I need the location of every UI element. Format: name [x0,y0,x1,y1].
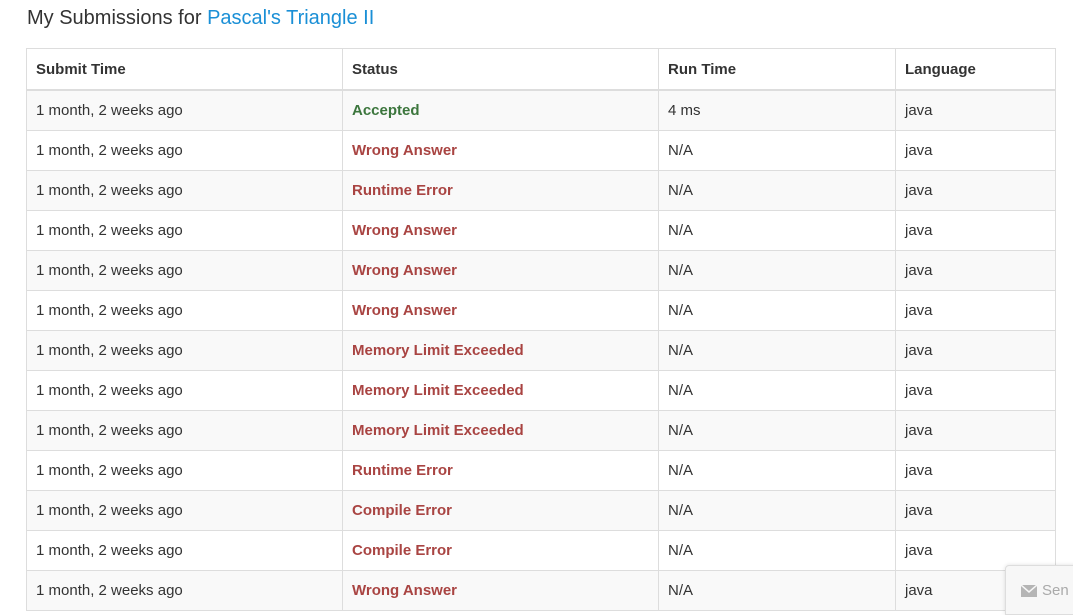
status-cell: Runtime Error [342,170,659,211]
run-time-cell: 4 ms [658,89,896,131]
status-link[interactable]: Wrong Answer [352,302,457,319]
table-row: 1 month, 2 weeks ago Wrong Answer N/A java [26,210,1056,251]
language-cell: java [895,250,1056,291]
submit-time-cell: 1 month, 2 weeks ago [26,89,343,131]
column-header-run-time: Run Time [658,48,896,91]
run-time-cell: N/A [658,410,896,451]
status-link[interactable]: Wrong Answer [352,262,457,279]
status-link[interactable]: Compile Error [352,502,452,519]
status-cell: Compile Error [342,490,659,531]
mail-icon [1020,584,1038,597]
page-title: My Submissions for Pascal's Triangle II [27,5,374,31]
table-body: 1 month, 2 weeks ago Accepted 4 ms java 1 mo… [26,89,1056,611]
status-cell: Memory Limit Exceeded [342,410,659,451]
table-row: 1 month, 2 weeks ago Compile Error N/A java [26,530,1056,571]
column-header-status: Status [342,48,659,91]
submit-time-cell: 1 month, 2 weeks ago [26,170,343,211]
submit-time-cell: 1 month, 2 weeks ago [26,450,343,491]
column-header-submit-time: Submit Time [26,48,343,91]
table-row: 1 month, 2 weeks ago Compile Error N/A java [26,490,1056,531]
problem-link[interactable]: Pascal's Triangle II [207,7,374,29]
submit-time-cell: 1 month, 2 weeks ago [26,570,343,611]
submissions-table: Submit Time Status Run Time Language 1 m… [26,48,1056,611]
status-link[interactable]: Runtime Error [352,182,453,199]
submit-time-cell: 1 month, 2 weeks ago [26,410,343,451]
language-cell: java [895,130,1056,171]
language-cell: java [895,89,1056,131]
status-link[interactable]: Compile Error [352,542,452,559]
run-time-cell: N/A [658,570,896,611]
status-link[interactable]: Memory Limit Exceeded [352,382,524,399]
table-row: 1 month, 2 weeks ago Wrong Answer N/A java [26,290,1056,331]
status-cell: Memory Limit Exceeded [342,330,659,371]
table-row: 1 month, 2 weeks ago Wrong Answer N/A java [26,130,1056,171]
status-link[interactable]: Wrong Answer [352,222,457,239]
submit-time-cell: 1 month, 2 weeks ago [26,490,343,531]
table-row: 1 month, 2 weeks ago Wrong Answer N/A java [26,570,1056,611]
table-row: 1 month, 2 weeks ago Runtime Error N/A java [26,170,1056,211]
submit-time-cell: 1 month, 2 weeks ago [26,530,343,571]
run-time-cell: N/A [658,370,896,411]
status-cell: Compile Error [342,530,659,571]
status-link[interactable]: Wrong Answer [352,142,457,159]
status-cell: Memory Limit Exceeded [342,370,659,411]
run-time-cell: N/A [658,530,896,571]
status-cell: Runtime Error [342,450,659,491]
submit-time-cell: 1 month, 2 weeks ago [26,250,343,291]
run-time-cell: N/A [658,330,896,371]
table-row: 1 month, 2 weeks ago Memory Limit Exceede… [26,410,1056,451]
status-cell: Wrong Answer [342,210,659,251]
submit-time-cell: 1 month, 2 weeks ago [26,290,343,331]
run-time-cell: N/A [658,290,896,331]
run-time-cell: N/A [658,210,896,251]
run-time-cell: N/A [658,170,896,211]
column-header-language: Language [895,48,1056,91]
status-link[interactable]: Accepted [352,102,420,119]
page-title-prefix: My Submissions for [27,7,202,29]
status-link[interactable]: Memory Limit Exceeded [352,422,524,439]
status-link[interactable]: Runtime Error [352,462,453,479]
language-cell: java [895,490,1056,531]
feedback-tab[interactable]: Sen [1005,565,1073,615]
status-cell: Wrong Answer [342,570,659,611]
language-cell: java [895,450,1056,491]
run-time-cell: N/A [658,130,896,171]
table-row: 1 month, 2 weeks ago Wrong Answer N/A java [26,250,1056,291]
submit-time-cell: 1 month, 2 weeks ago [26,130,343,171]
table-row: 1 month, 2 weeks ago Accepted 4 ms java [26,89,1056,131]
language-cell: java [895,370,1056,411]
submit-time-cell: 1 month, 2 weeks ago [26,210,343,251]
submit-time-cell: 1 month, 2 weeks ago [26,370,343,411]
table-row: 1 month, 2 weeks ago Runtime Error N/A java [26,450,1056,491]
run-time-cell: N/A [658,490,896,531]
submit-time-cell: 1 month, 2 weeks ago [26,330,343,371]
language-cell: java [895,330,1056,371]
run-time-cell: N/A [658,450,896,491]
language-cell: java [895,290,1056,331]
table-header-row: Submit Time Status Run Time Language [26,48,1056,91]
language-cell: java [895,410,1056,451]
table-row: 1 month, 2 weeks ago Memory Limit Exceede… [26,330,1056,371]
status-link[interactable]: Wrong Answer [352,582,457,599]
status-cell: Wrong Answer [342,290,659,331]
status-cell: Wrong Answer [342,130,659,171]
status-cell: Wrong Answer [342,250,659,291]
language-cell: java [895,170,1056,211]
language-cell: java [895,210,1056,251]
submissions-table-container: Submit Time Status Run Time Language 1 m… [26,48,1056,611]
feedback-label: Sen [1042,581,1069,599]
status-link[interactable]: Memory Limit Exceeded [352,342,524,359]
table-row: 1 month, 2 weeks ago Memory Limit Exceede… [26,370,1056,411]
status-cell: Accepted [342,89,659,131]
run-time-cell: N/A [658,250,896,291]
